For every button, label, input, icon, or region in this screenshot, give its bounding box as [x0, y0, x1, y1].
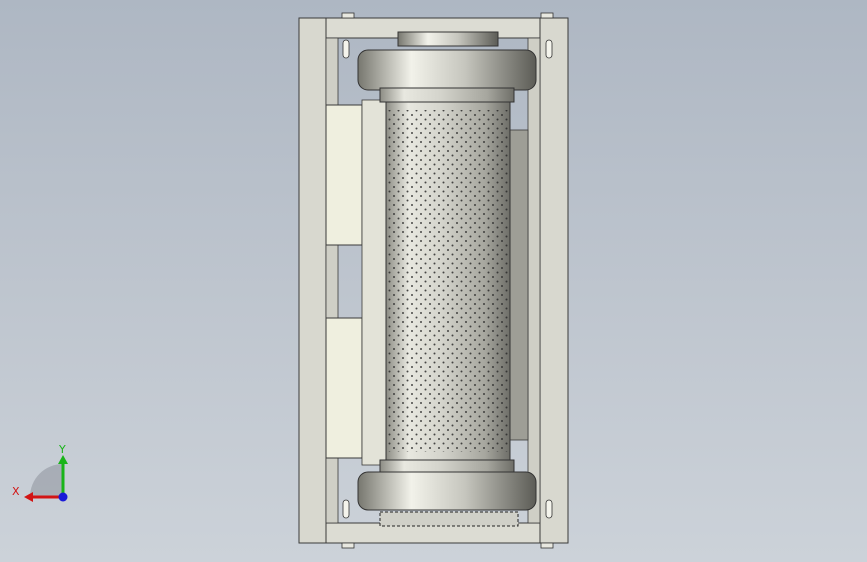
x-axis-label: X [12, 485, 20, 498]
x-axis-arrow [24, 492, 33, 502]
cad-3d-viewport[interactable] [0, 0, 867, 562]
mount-slot [545, 39, 553, 59]
y-axis-label: Y [58, 443, 66, 456]
top-flange [357, 49, 537, 91]
mount-slot [342, 499, 350, 519]
upper-side-panel [325, 104, 363, 246]
bolt [341, 542, 355, 549]
lower-side-panel [325, 317, 363, 459]
top-shaft-cap [397, 31, 499, 47]
side-panel-backing [361, 99, 387, 466]
bolt [341, 12, 355, 19]
mount-slot [545, 499, 553, 519]
right-side-rail [539, 17, 569, 544]
mount-slot [342, 39, 350, 59]
inner-right-rail [527, 37, 541, 524]
drive-sprocket [379, 511, 519, 527]
top-hub [379, 87, 515, 103]
right-bracket [507, 129, 529, 441]
bolt [540, 542, 554, 549]
axis-triad: Y X [12, 443, 68, 502]
triad-shadow [30, 464, 63, 497]
z-axis-dot [58, 492, 68, 502]
bottom-flange [357, 471, 537, 511]
left-side-plate [298, 17, 327, 544]
y-axis-arrow [58, 455, 68, 464]
bolt [540, 12, 554, 19]
roller-perforations [388, 110, 508, 452]
